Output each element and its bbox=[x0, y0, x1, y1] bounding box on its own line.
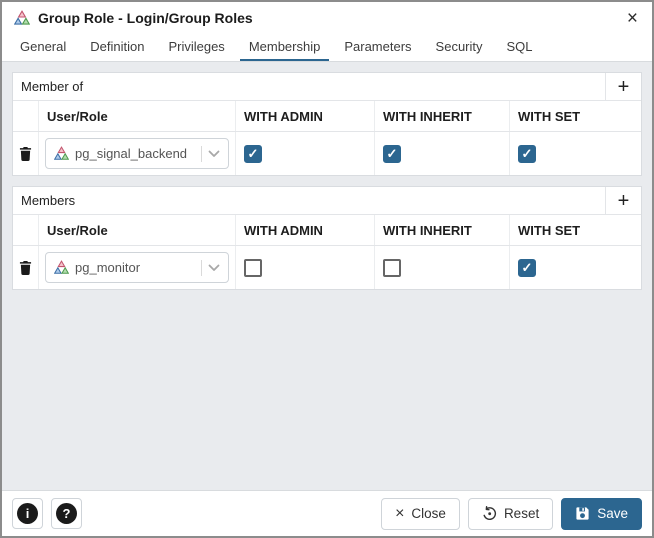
with-set-cell bbox=[510, 132, 641, 175]
with-admin-checkbox[interactable] bbox=[244, 258, 262, 277]
group-role-icon bbox=[14, 10, 30, 26]
header-delete-col bbox=[13, 215, 39, 245]
with-inherit-checkbox[interactable] bbox=[383, 258, 401, 277]
dialog-title: Group Role - Login/Group Roles bbox=[38, 10, 253, 26]
tab-sql[interactable]: SQL bbox=[498, 34, 542, 61]
role-cell: pg_signal_backend bbox=[39, 132, 236, 175]
members-header: Members + bbox=[13, 187, 641, 215]
tab-security[interactable]: Security bbox=[427, 34, 492, 61]
dialog-footer: i ? × Close Reset Save bbox=[2, 490, 652, 536]
members-table-header: User/Role WITH ADMIN WITH INHERIT WITH S… bbox=[13, 215, 641, 246]
member-of-title: Member of bbox=[21, 79, 84, 94]
role-select-value: pg_signal_backend bbox=[75, 146, 188, 161]
trash-icon bbox=[19, 146, 32, 162]
role-select[interactable]: pg_monitor bbox=[45, 252, 229, 283]
reset-button[interactable]: Reset bbox=[467, 497, 554, 530]
membership-tab-content: Member of + User/Role WITH ADMIN WITH IN… bbox=[2, 62, 652, 490]
with-inherit-cell bbox=[375, 246, 510, 289]
sql-help-button[interactable]: i bbox=[12, 498, 43, 529]
save-button-label: Save bbox=[597, 506, 628, 521]
delete-row-button[interactable] bbox=[13, 132, 39, 175]
with-admin-cell bbox=[236, 132, 375, 175]
header-with-set: WITH SET bbox=[518, 223, 581, 238]
header-user-role: User/Role bbox=[39, 101, 236, 131]
header-with-inherit: WITH INHERIT bbox=[375, 101, 510, 131]
members-title: Members bbox=[21, 193, 76, 208]
select-divider bbox=[201, 145, 202, 162]
header-with-admin: WITH ADMIN bbox=[236, 215, 375, 245]
dialog-help-button[interactable]: ? bbox=[51, 498, 82, 529]
members-panel: Members + User/Role WITH ADMIN WITH INHE… bbox=[12, 186, 642, 290]
close-button-label: Close bbox=[411, 506, 446, 521]
chevron-down-icon bbox=[208, 264, 220, 272]
header-with-admin: WITH ADMIN bbox=[236, 101, 375, 131]
header-user-role: User/Role bbox=[39, 215, 236, 245]
member-of-row: pg_signal_backend bbox=[13, 132, 641, 175]
with-admin-checkbox[interactable] bbox=[244, 144, 262, 163]
dialog-close-icon[interactable]: × bbox=[625, 9, 640, 28]
with-inherit-cell bbox=[375, 132, 510, 175]
save-button[interactable]: Save bbox=[561, 497, 642, 530]
save-icon bbox=[575, 506, 590, 521]
question-icon: ? bbox=[56, 503, 77, 524]
role-select[interactable]: pg_signal_backend bbox=[45, 138, 229, 169]
tab-general[interactable]: General bbox=[11, 34, 75, 61]
close-icon: × bbox=[395, 504, 405, 522]
members-row: pg_monitor bbox=[13, 246, 641, 289]
tab-membership[interactable]: Membership bbox=[239, 34, 330, 61]
tab-privileges[interactable]: Privileges bbox=[159, 34, 233, 61]
tab-parameters[interactable]: Parameters bbox=[335, 34, 420, 61]
with-admin-cell bbox=[236, 246, 375, 289]
reset-icon bbox=[482, 506, 497, 521]
tab-definition[interactable]: Definition bbox=[81, 34, 153, 61]
with-set-checkbox[interactable] bbox=[518, 258, 536, 277]
header-with-inherit: WITH INHERIT bbox=[375, 215, 510, 245]
select-divider bbox=[201, 259, 202, 276]
role-icon bbox=[54, 146, 69, 161]
reset-button-label: Reset bbox=[503, 506, 540, 521]
role-icon bbox=[54, 260, 69, 275]
info-icon: i bbox=[17, 503, 38, 524]
member-of-header: Member of + bbox=[13, 73, 641, 101]
role-cell: pg_monitor bbox=[39, 246, 236, 289]
dialog-titlebar: Group Role - Login/Group Roles × bbox=[2, 2, 652, 34]
delete-row-button[interactable] bbox=[13, 246, 39, 289]
trash-icon bbox=[19, 260, 32, 276]
add-members-button[interactable]: + bbox=[605, 187, 641, 214]
member-of-table-header: User/Role WITH ADMIN WITH INHERIT WITH S… bbox=[13, 101, 641, 132]
header-with-set: WITH SET bbox=[518, 109, 581, 124]
chevron-down-icon bbox=[208, 150, 220, 158]
header-delete-col bbox=[13, 101, 39, 131]
member-of-panel: Member of + User/Role WITH ADMIN WITH IN… bbox=[12, 72, 642, 176]
with-inherit-checkbox[interactable] bbox=[383, 144, 401, 163]
group-role-dialog: Group Role - Login/Group Roles × General… bbox=[0, 0, 654, 538]
close-button[interactable]: × Close bbox=[381, 497, 460, 530]
add-member-of-button[interactable]: + bbox=[605, 73, 641, 100]
with-set-checkbox[interactable] bbox=[518, 144, 536, 163]
with-set-cell bbox=[510, 246, 641, 289]
role-select-value: pg_monitor bbox=[75, 260, 141, 275]
tab-bar: General Definition Privileges Membership… bbox=[2, 34, 652, 62]
